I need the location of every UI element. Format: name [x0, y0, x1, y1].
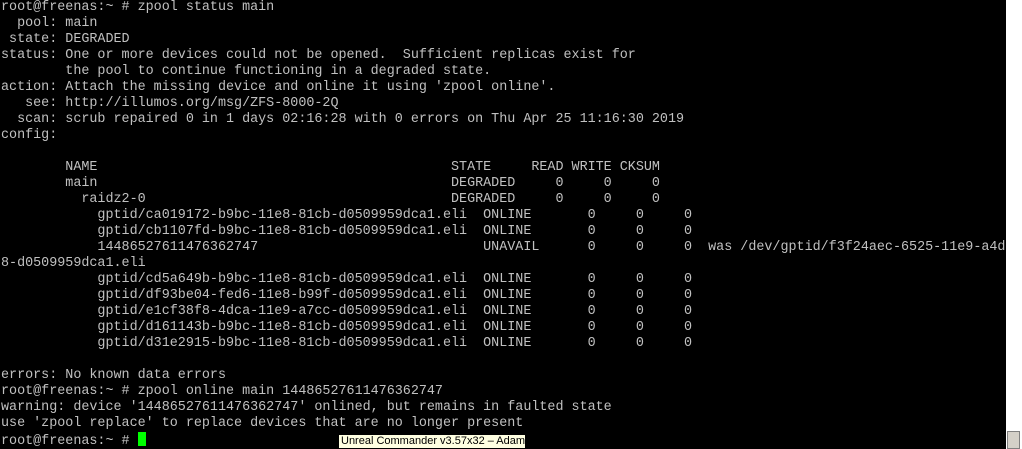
terminal-line: status: One or more devices could not be…: [1, 48, 636, 63]
terminal-line: root@freenas:~ # zpool status main: [1, 0, 275, 15]
window-title-tooltip: Unreal Commander v3.57x32 – Adam: [338, 434, 526, 449]
terminal-line: scan: scrub repaired 0 in 1 days 02:16:2…: [1, 112, 685, 127]
terminal-line: pool: main: [1, 16, 98, 31]
terminal-line: gptid/ca019172-b9bc-11e8-81cb-d0509959dc…: [1, 208, 693, 223]
terminal-line: gptid/cb1107fd-b9bc-11e8-81cb-d0509959dc…: [1, 224, 693, 239]
terminal-line: use 'zpool replace' to replace devices t…: [1, 416, 524, 431]
terminal-line: action: Attach the missing device and on…: [1, 80, 556, 95]
shell-prompt: root@freenas:~ #: [1, 434, 138, 449]
terminal-line: 8-d0509959dca1.eli: [1, 256, 146, 271]
terminal-line: see: http://illumos.org/msg/ZFS-8000-2Q: [1, 96, 339, 111]
terminal-line: gptid/df93be04-fed6-11e8-b99f-d0509959dc…: [1, 288, 693, 303]
terminal-line: main DEGRADED 0 0 0: [1, 176, 660, 191]
terminal-line: gptid/d31e2915-b9bc-11e8-81cb-d0509959dc…: [1, 336, 693, 351]
terminal-line: NAME STATE READ WRITE CKSUM: [1, 160, 660, 175]
terminal-line: state: DEGRADED: [1, 32, 130, 47]
terminal-line: the pool to continue functioning in a de…: [1, 64, 492, 79]
terminal-line: warning: device '14486527611476362747' o…: [1, 400, 612, 415]
scrollbar-thumb[interactable]: [1007, 431, 1020, 449]
terminal-prompt-line[interactable]: root@freenas:~ #: [1, 432, 146, 449]
text-cursor: [137, 432, 146, 446]
terminal-line: gptid/e1cf38f8-4dca-11e9-a7cc-d0509959dc…: [1, 304, 693, 319]
terminal-line: raidz2-0 DEGRADED 0 0 0: [1, 192, 660, 207]
terminal-line: errors: No known data errors: [1, 368, 226, 383]
terminal-line: 14486527611476362747 UNAVAIL 0 0 0 was /…: [1, 240, 1006, 255]
terminal-window[interactable]: root@freenas:~ # zpool status main pool:…: [0, 0, 1006, 449]
terminal-line: gptid/d161143b-b9bc-11e8-81cb-d0509959dc…: [1, 320, 693, 335]
terminal-line: root@freenas:~ # zpool online main 14486…: [1, 384, 443, 399]
terminal-line: gptid/cd5a649b-b9bc-11e8-81cb-d0509959dc…: [1, 272, 693, 287]
terminal-line: config:: [1, 128, 58, 143]
vertical-scrollbar[interactable]: [1006, 0, 1022, 449]
